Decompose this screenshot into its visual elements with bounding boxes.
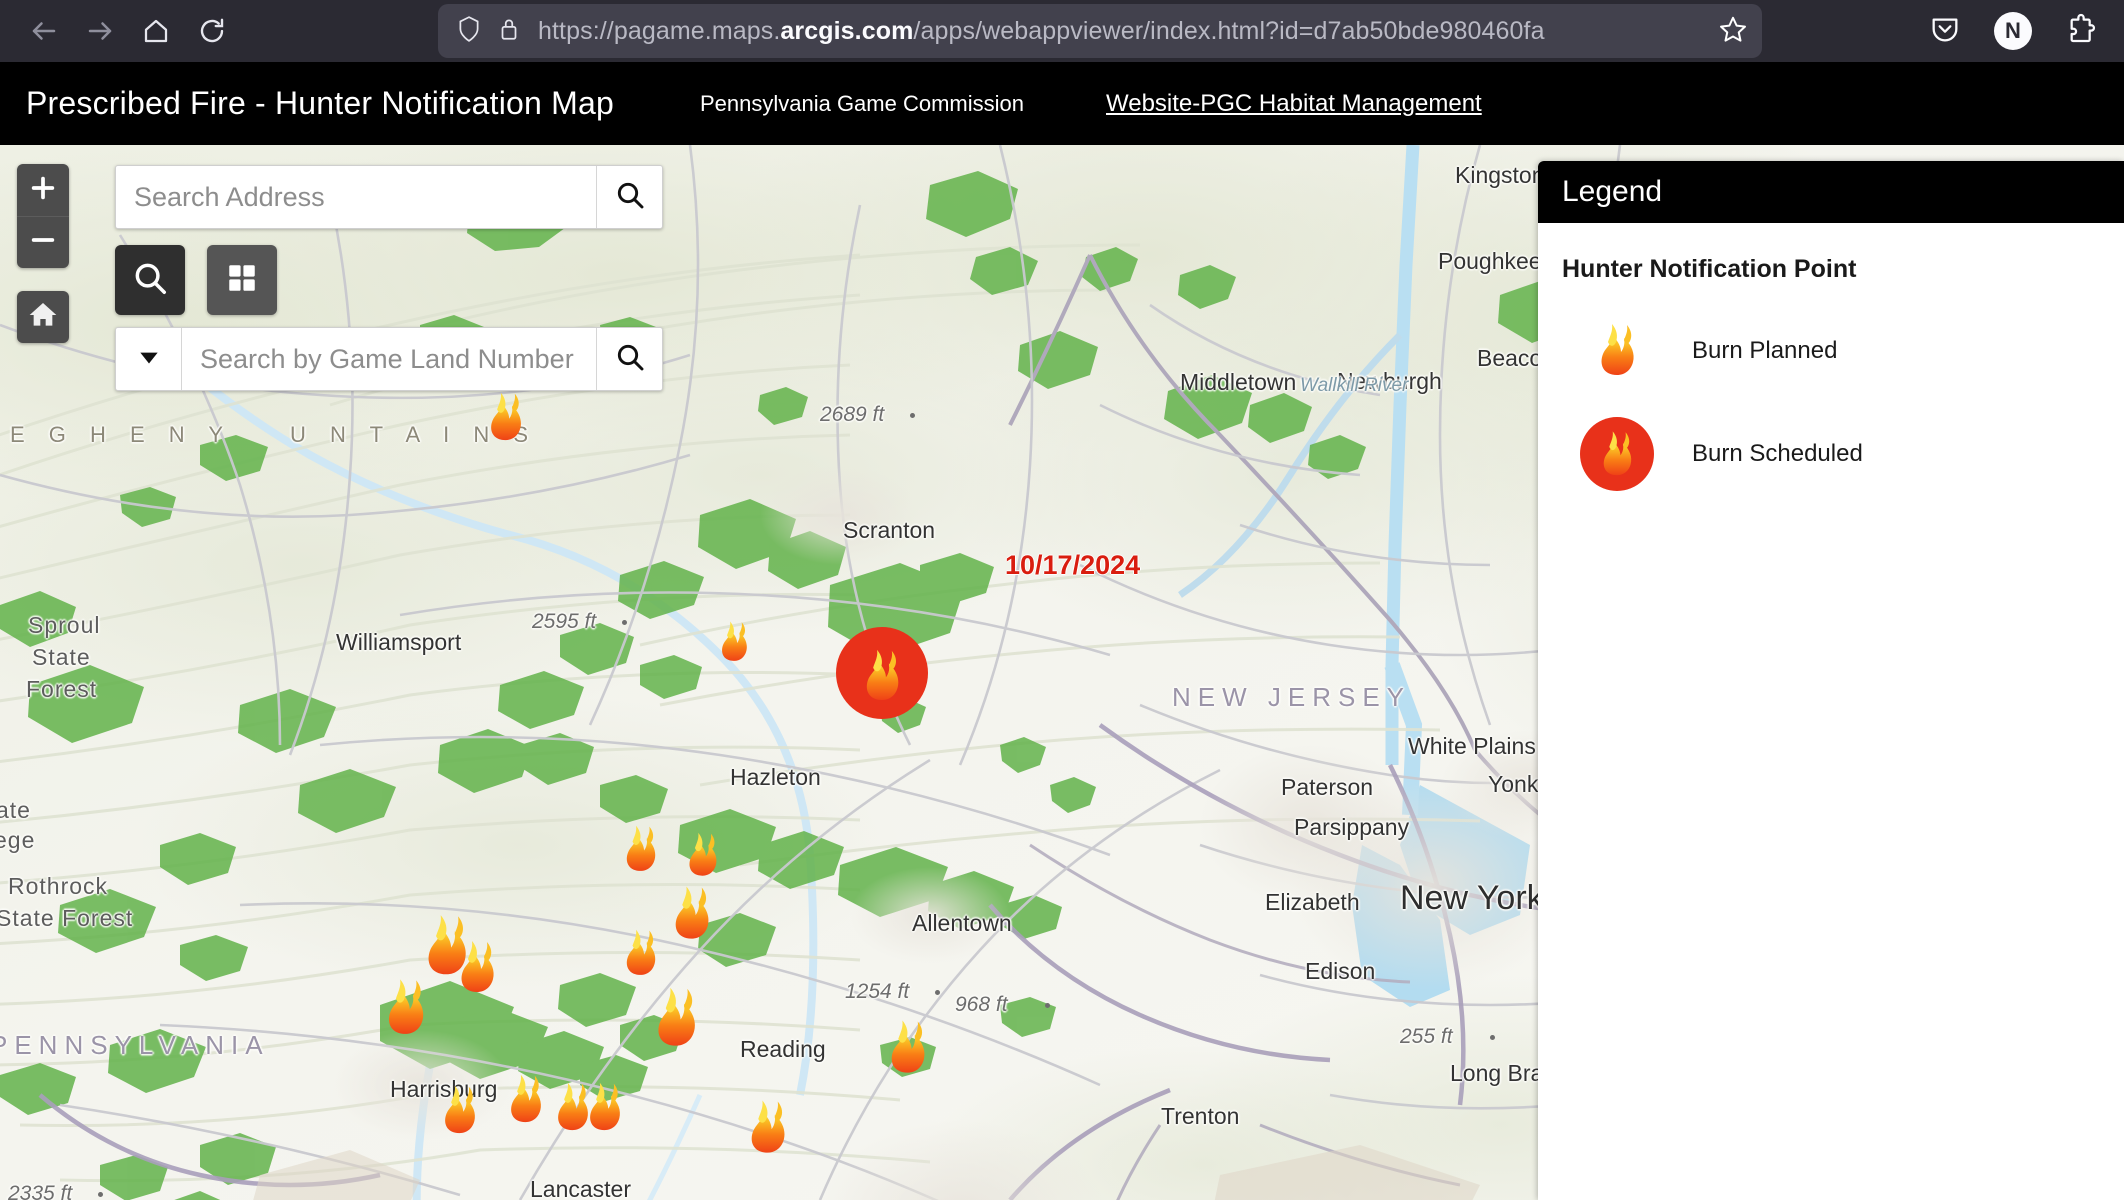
forward-button[interactable] [72, 7, 128, 55]
url-prefix: https://pagame.maps. [538, 16, 781, 45]
legend-body: Hunter Notification Point Burn Planned B… [1538, 223, 2124, 491]
shield-icon[interactable] [456, 15, 482, 48]
browser-nav-buttons [0, 7, 240, 55]
url-host: arcgis.com [780, 16, 914, 45]
browser-home-button[interactable] [128, 7, 184, 55]
elevation-point-dot [910, 413, 915, 418]
legend-header: Legend [1538, 161, 2124, 223]
zoom-in-button[interactable] [17, 164, 69, 216]
legend-item-burn-planned[interactable]: Burn Planned [1562, 320, 2124, 381]
legend-item-burn-scheduled[interactable]: Burn Scheduled [1562, 417, 2124, 491]
chevron-down-icon [136, 344, 162, 375]
zoom-out-button[interactable] [17, 216, 69, 268]
legend-item-label: Burn Scheduled [1692, 440, 1863, 467]
elevation-point-dot [1045, 1003, 1050, 1008]
elevation-point-dot [98, 1192, 103, 1197]
padlock-icon[interactable] [498, 16, 520, 47]
home-icon [27, 299, 59, 336]
magnifier-icon [614, 341, 646, 378]
star-icon[interactable] [1718, 14, 1748, 49]
browser-toolbar: https://pagame.maps.arcgis.com/apps/weba… [0, 0, 2124, 62]
address-search-button[interactable] [596, 166, 662, 228]
legend-panel[interactable]: Legend Hunter Notification Point Burn Pl… [1538, 161, 2124, 1200]
gameland-search-button[interactable] [596, 328, 662, 390]
extensions-button[interactable] [2058, 8, 2104, 54]
red-circle-background [1580, 417, 1654, 491]
pocket-button[interactable] [1922, 8, 1968, 54]
gameland-search-box[interactable] [115, 327, 663, 391]
flame-icon [1595, 320, 1639, 381]
map-viewport[interactable]: Kingston Poughkee Beacon Middletown Newburgh… [0, 145, 2124, 1200]
page-title: Prescribed Fire - Hunter Notification Ma… [26, 85, 614, 121]
legend-group-title: Hunter Notification Point [1562, 255, 1857, 283]
zoom-controls[interactable] [17, 164, 69, 268]
reload-icon [197, 16, 227, 46]
home-icon [141, 16, 171, 46]
map-home-button[interactable] [17, 291, 69, 343]
gameland-dropdown-button[interactable] [116, 328, 182, 390]
elevation-point-dot [1490, 1035, 1495, 1040]
selected-burn-date-label: 10/17/2024 [1005, 550, 1141, 580]
legend-symbol [1562, 320, 1672, 381]
elevation-point-dot [935, 990, 940, 995]
reload-button[interactable] [184, 7, 240, 55]
back-arrow-icon [29, 16, 59, 46]
browser-toolbar-right: N [1922, 4, 2104, 58]
habitat-management-link[interactable]: Website-PGC Habitat Management [1106, 90, 1482, 118]
search-widget-button[interactable] [115, 245, 185, 315]
organization-name: Pennsylvania Game Commission [699, 90, 1024, 116]
address-search-box[interactable] [115, 165, 663, 229]
app-header: Prescribed Fire - Hunter Notification Ma… [0, 62, 2124, 145]
url-text: https://pagame.maps.arcgis.com/apps/weba… [538, 17, 1708, 46]
plus-icon [29, 174, 57, 207]
legend-item-label: Burn Planned [1692, 336, 1838, 364]
back-button[interactable] [16, 7, 72, 55]
url-suffix: /apps/webappviewer/index.html?id=d7ab50b… [913, 16, 1545, 45]
account-button[interactable]: N [1990, 8, 2036, 54]
magnifier-icon [131, 259, 169, 302]
basemap-gallery-button[interactable] [207, 245, 277, 315]
pocket-icon [1929, 13, 1961, 50]
avatar: N [1994, 12, 2032, 50]
search-input[interactable] [116, 166, 596, 228]
minus-icon [29, 226, 57, 259]
address-bar[interactable]: https://pagame.maps.arcgis.com/apps/weba… [438, 4, 1762, 58]
flame-on-red-circle-icon [1598, 428, 1636, 481]
legend-title: Legend [1562, 175, 1663, 208]
gameland-number-input[interactable] [182, 328, 596, 390]
elevation-point-dot [622, 620, 627, 625]
legend-symbol [1562, 417, 1672, 491]
magnifier-icon [614, 179, 646, 216]
basemap-grid-icon [225, 261, 259, 300]
puzzle-piece-icon [2065, 13, 2097, 50]
forward-arrow-icon [85, 16, 115, 46]
